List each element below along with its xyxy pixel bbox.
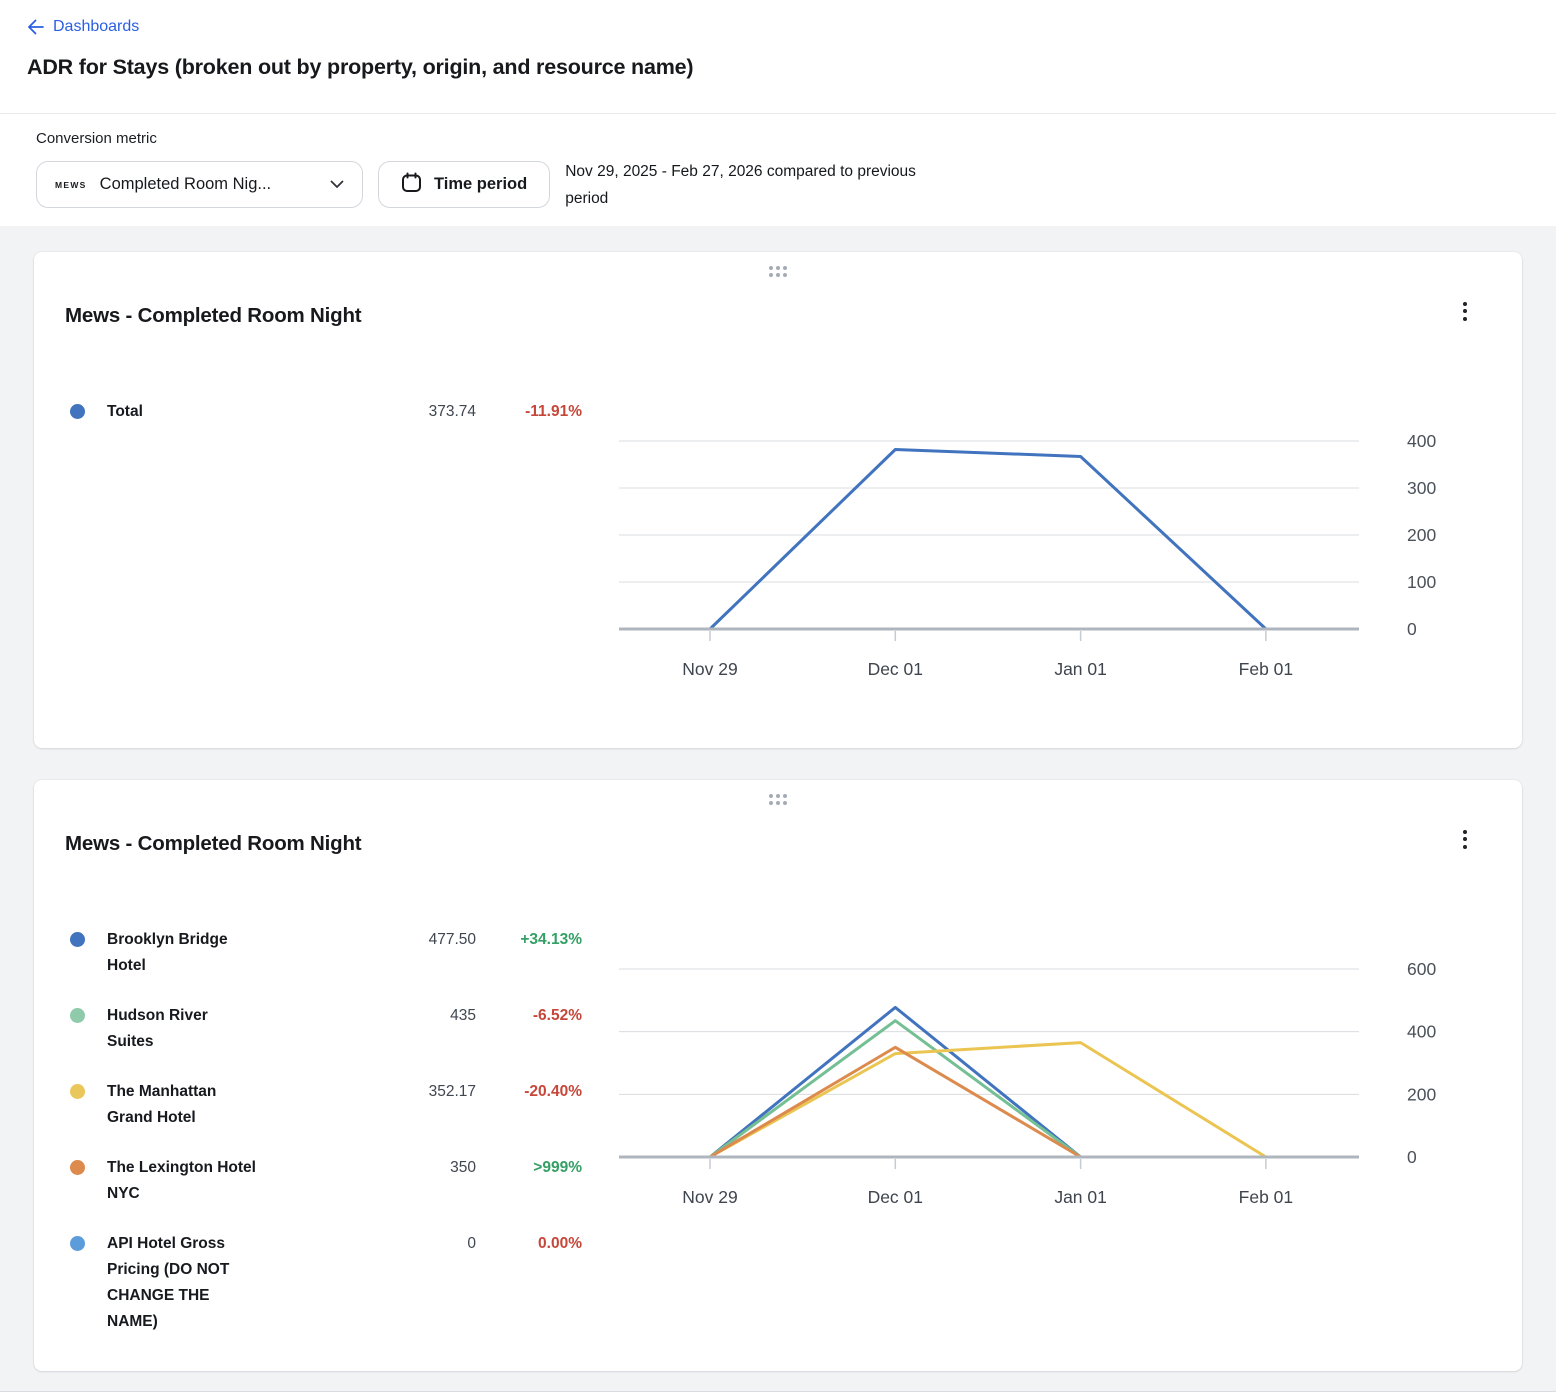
legend-change: -20.40% — [476, 1079, 582, 1105]
card-menu-button[interactable] — [1450, 294, 1480, 328]
drag-handle-icon[interactable] — [765, 790, 791, 809]
svg-text:0: 0 — [1407, 1147, 1417, 1167]
dashboard-canvas: Mews - Completed Room Night Total 373.74… — [0, 226, 1556, 1392]
legend-label: The Lexington Hotel NYC — [107, 1155, 257, 1207]
svg-text:Jan 01: Jan 01 — [1054, 659, 1107, 679]
legend-item[interactable]: Total 373.74 -11.91% — [70, 399, 582, 425]
calendar-icon — [401, 172, 422, 198]
svg-text:Nov 29: Nov 29 — [682, 1187, 737, 1207]
svg-text:300: 300 — [1407, 478, 1436, 498]
legend-dot — [70, 404, 85, 419]
time-period-button[interactable]: Time period — [378, 161, 550, 208]
controls-bar: Conversion metric MEWS Completed Room Ni… — [0, 114, 1556, 212]
legend-change: 0.00% — [476, 1231, 582, 1257]
card-menu-button[interactable] — [1450, 822, 1480, 856]
legend-dot — [70, 1008, 85, 1023]
legend-value: 352.17 — [257, 1079, 476, 1105]
svg-text:Dec 01: Dec 01 — [868, 1187, 923, 1207]
legend-item[interactable]: API Hotel Gross Pricing (DO NOT CHANGE T… — [70, 1231, 582, 1335]
svg-text:Jan 01: Jan 01 — [1054, 1187, 1107, 1207]
svg-text:400: 400 — [1407, 431, 1436, 451]
legend-dot — [70, 1236, 85, 1251]
svg-text:400: 400 — [1407, 1022, 1436, 1042]
svg-text:Nov 29: Nov 29 — [682, 659, 737, 679]
legend-change: -6.52% — [476, 1003, 582, 1029]
svg-text:Feb 01: Feb 01 — [1239, 659, 1293, 679]
legend-value: 0 — [257, 1231, 476, 1257]
svg-text:200: 200 — [1407, 525, 1436, 545]
svg-text:0: 0 — [1407, 619, 1417, 639]
legend-dot — [70, 932, 85, 947]
legend-dot — [70, 1160, 85, 1175]
line-chart-total[interactable]: 0 100 200 300 400 Nov 29 Dec 01 Jan 01 Feb 01 — [619, 429, 1499, 681]
kebab-menu-icon — [1463, 302, 1467, 321]
legend-change: -11.91% — [476, 399, 582, 425]
svg-text:Feb 01: Feb 01 — [1239, 1187, 1293, 1207]
drag-handle-icon[interactable] — [765, 262, 791, 281]
back-link-label: Dashboards — [53, 18, 139, 36]
time-period-label: Time period — [434, 175, 527, 194]
conversion-metric-label: Conversion metric — [36, 130, 1556, 148]
legend-label: The Manhattan Grand Hotel — [107, 1079, 257, 1131]
legend-dot — [70, 1084, 85, 1099]
svg-text:100: 100 — [1407, 572, 1436, 592]
conversion-metric-value: Completed Room Nig... — [100, 175, 317, 194]
chevron-down-icon — [330, 175, 344, 194]
page-header: Dashboards ADR for Stays (broken out by … — [0, 0, 1556, 114]
legend-value: 477.50 — [257, 927, 476, 953]
legend-label: Total — [107, 399, 257, 425]
kebab-menu-icon — [1463, 830, 1467, 849]
legend-label: API Hotel Gross Pricing (DO NOT CHANGE T… — [107, 1231, 257, 1335]
svg-text:Dec 01: Dec 01 — [868, 659, 923, 679]
legend-value: 435 — [257, 1003, 476, 1029]
legend-value: 373.74 — [257, 399, 476, 425]
arrow-left-icon — [27, 19, 44, 35]
svg-text:600: 600 — [1407, 959, 1436, 979]
legend-item[interactable]: The Lexington Hotel NYC 350 >999% — [70, 1155, 582, 1207]
chart-legend: Total 373.74 -11.91% — [34, 399, 582, 681]
legend-label: Hudson River Suites — [107, 1003, 257, 1055]
legend-label: Brooklyn Bridge Hotel — [107, 927, 257, 979]
chart-card-total: Mews - Completed Room Night Total 373.74… — [34, 252, 1522, 748]
legend-item[interactable]: Hudson River Suites 435 -6.52% — [70, 1003, 582, 1055]
legend-change: >999% — [476, 1155, 582, 1181]
legend-value: 350 — [257, 1155, 476, 1181]
legend-item[interactable]: Brooklyn Bridge Hotel 477.50 +34.13% — [70, 927, 582, 979]
date-range-text: Nov 29, 2025 - Feb 27, 2026 compared to … — [565, 158, 943, 212]
back-to-dashboards-link[interactable]: Dashboards — [27, 18, 139, 36]
line-chart-by-property[interactable]: 0 200 400 600 Nov 29 Dec 01 Jan 01 Feb 01 — [619, 957, 1499, 1359]
legend-item[interactable]: The Manhattan Grand Hotel 352.17 -20.40% — [70, 1079, 582, 1131]
svg-text:200: 200 — [1407, 1084, 1436, 1104]
conversion-metric-dropdown[interactable]: MEWS Completed Room Nig... — [36, 161, 363, 208]
chart-legend: Brooklyn Bridge Hotel 477.50 +34.13% Hud… — [34, 927, 582, 1359]
legend-change: +34.13% — [476, 927, 582, 953]
chart-card-by-property: Mews - Completed Room Night Brooklyn Bri… — [34, 780, 1522, 1371]
page-title: ADR for Stays (broken out by property, o… — [27, 55, 1520, 80]
mews-logo: MEWS — [55, 180, 87, 190]
